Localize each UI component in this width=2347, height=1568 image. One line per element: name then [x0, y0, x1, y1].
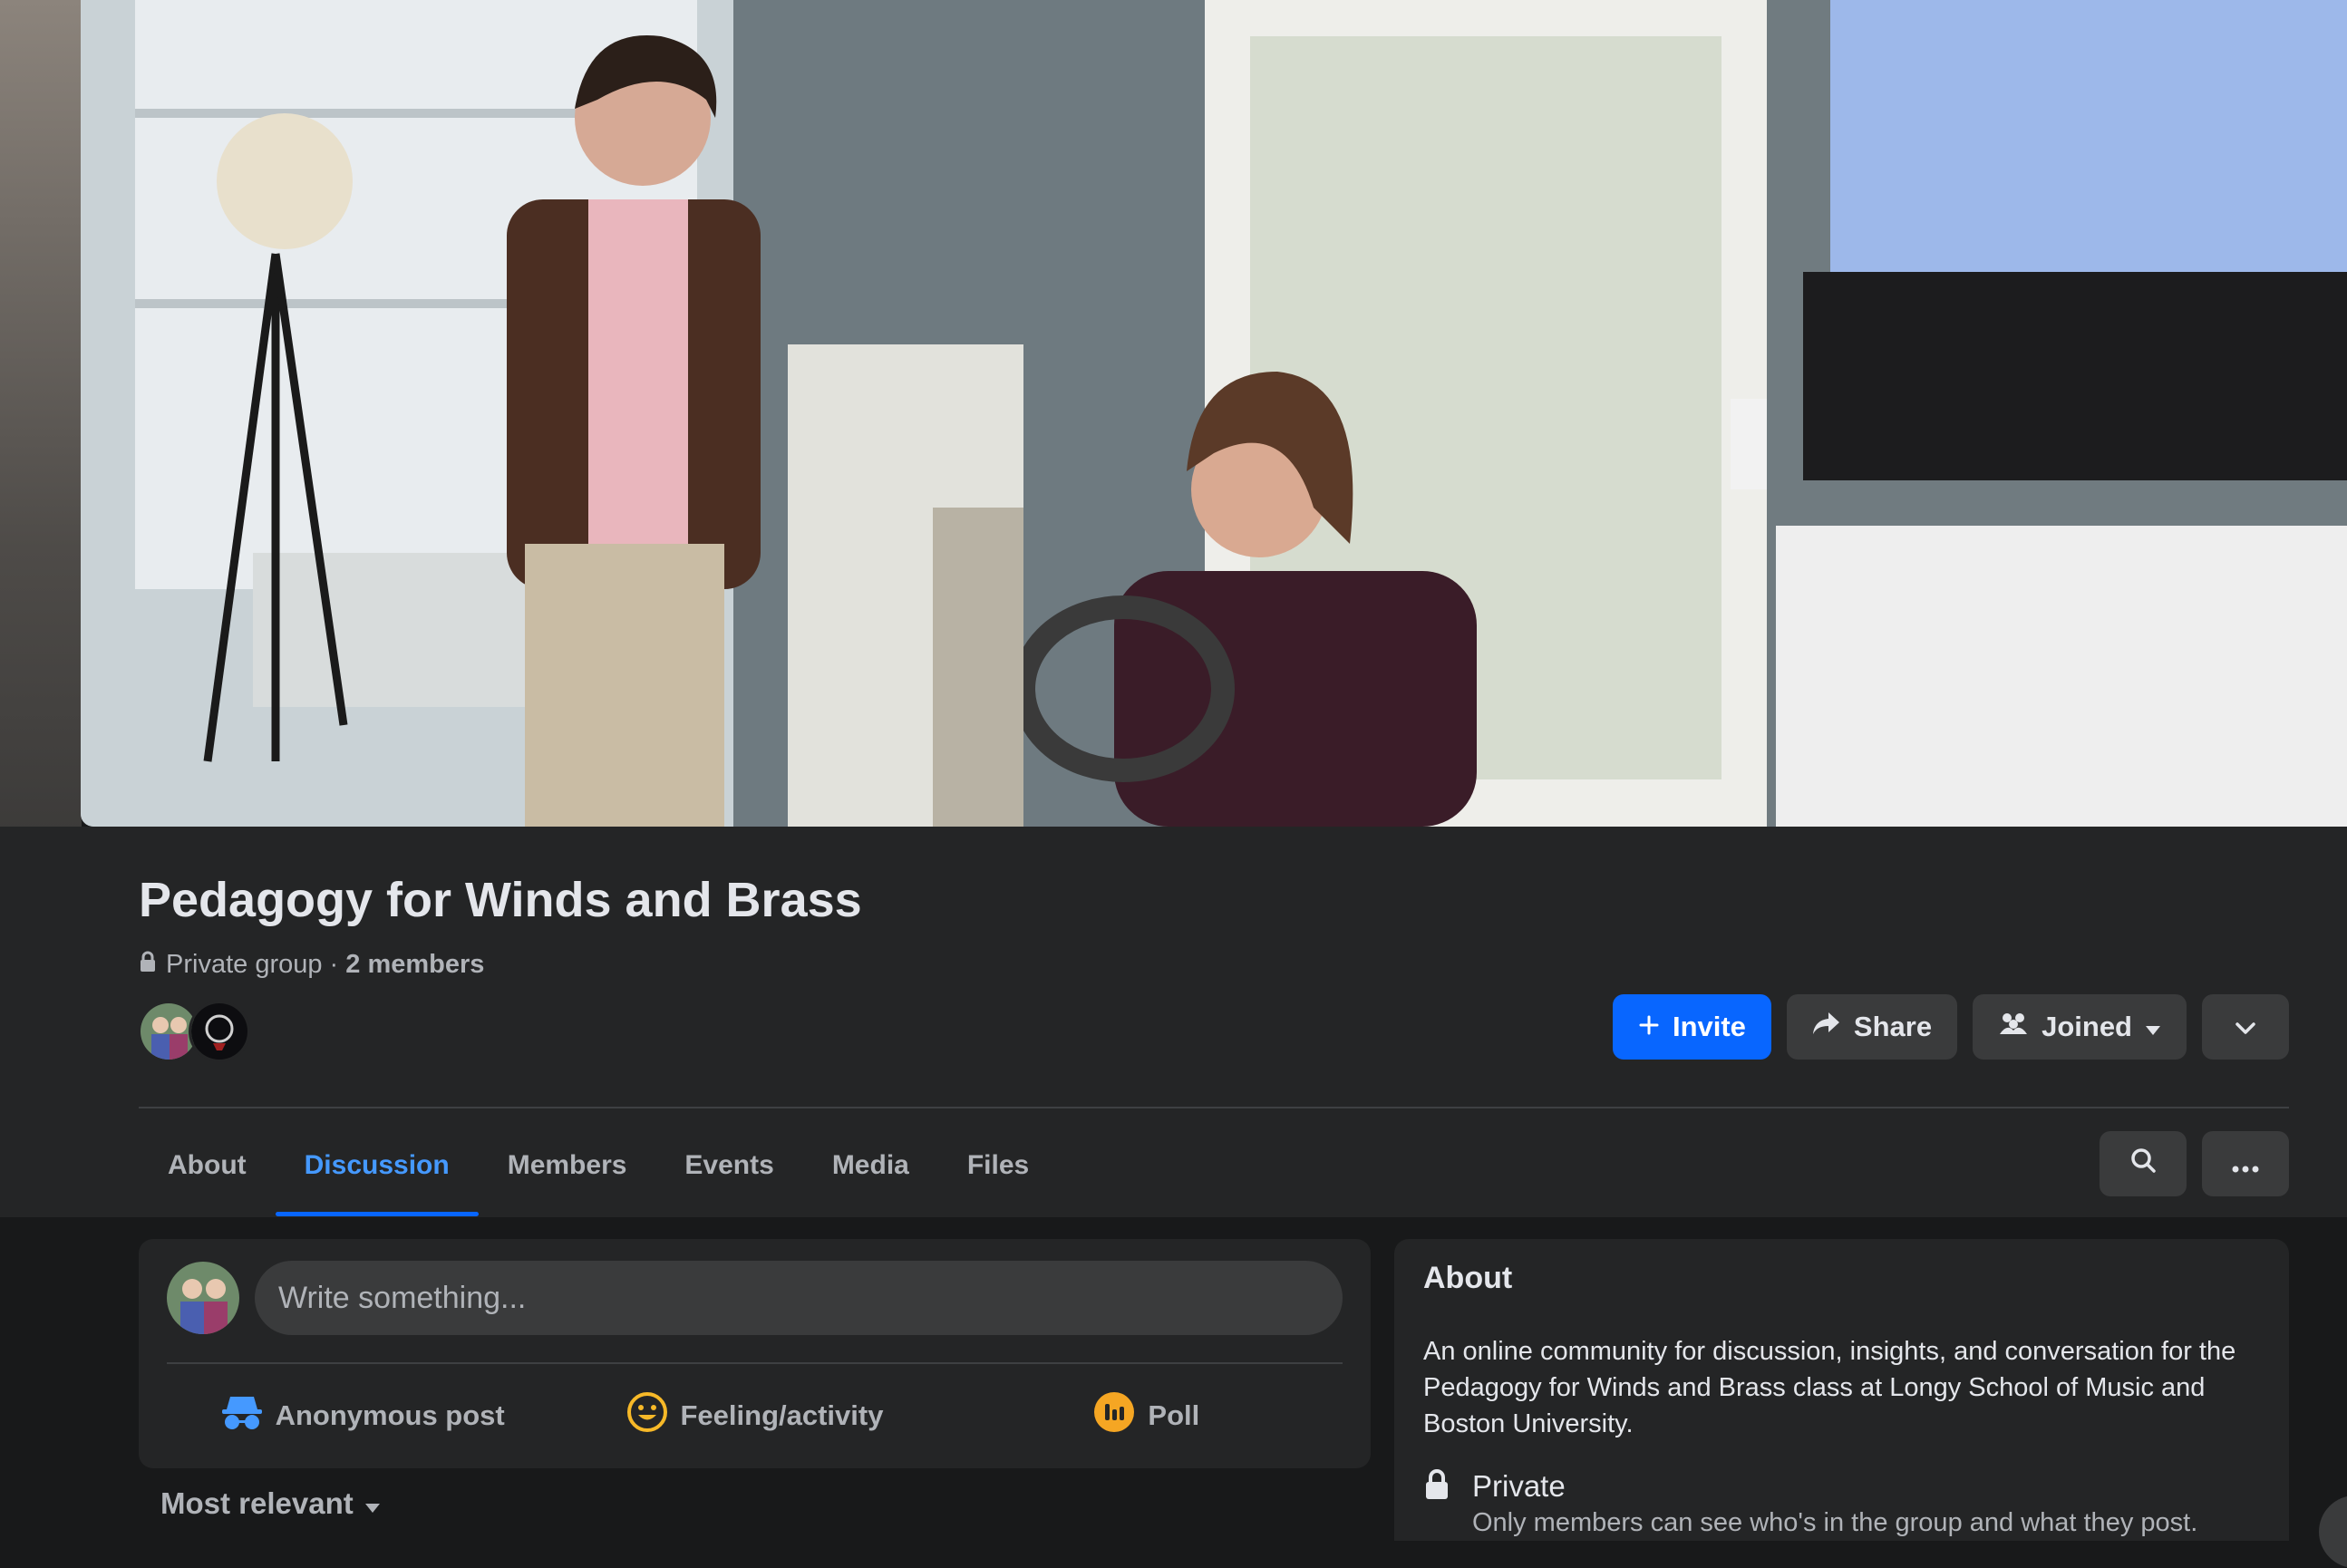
tab-files[interactable]: Files: [938, 1115, 1058, 1216]
sort-label: Most relevant: [160, 1486, 354, 1520]
smiley-icon: [626, 1391, 668, 1440]
write-something-input[interactable]: Write something...: [255, 1261, 1343, 1335]
privacy-info: Private Only members can see who's in th…: [1423, 1468, 2197, 1541]
people-icon: [1998, 1011, 2029, 1043]
composer-divider: [167, 1362, 1343, 1364]
avatar[interactable]: [189, 1001, 250, 1062]
about-card: About An online community for discussion…: [1394, 1239, 2289, 1541]
tab-discussion[interactable]: Discussion: [275, 1115, 479, 1216]
joined-button[interactable]: Joined: [1973, 994, 2187, 1060]
group-meta: Private group · 2 members: [139, 950, 484, 980]
plus-icon: [1638, 1011, 1660, 1043]
tab-members[interactable]: Members: [479, 1115, 656, 1216]
header-divider: [139, 1107, 2289, 1108]
composer-options: Anonymous post Feeling/activity Poll: [167, 1375, 1343, 1457]
joined-label: Joined: [2042, 1011, 2132, 1042]
poll-button[interactable]: Poll: [951, 1375, 1343, 1457]
search-icon: [2129, 1147, 2157, 1181]
group-tabs: About Discussion Members Events Media Fi…: [139, 1115, 1058, 1216]
search-group-button[interactable]: [2100, 1131, 2187, 1196]
tab-actions: [2100, 1131, 2289, 1196]
meta-separator: ·: [322, 950, 346, 979]
feeling-activity-button[interactable]: Feeling/activity: [558, 1375, 950, 1457]
about-description: An online community for discussion, insi…: [1423, 1337, 2236, 1438]
member-avatars[interactable]: [138, 1001, 250, 1062]
caret-down-icon: [2145, 1011, 2161, 1043]
avatar[interactable]: [167, 1262, 239, 1334]
post-composer: Write something... Anonymous post Feelin…: [139, 1239, 1371, 1468]
tab-media[interactable]: Media: [803, 1115, 938, 1216]
privacy-description: Only members can see who's in the group …: [1472, 1508, 2198, 1537]
more-header-options-button[interactable]: [2202, 994, 2289, 1060]
invite-label: Invite: [1672, 1011, 1746, 1042]
more-icon: [2232, 1147, 2259, 1180]
poll-icon: [1093, 1391, 1135, 1440]
incognito-icon: [221, 1393, 263, 1438]
group-actions: Invite Share Joined: [1612, 994, 2289, 1060]
chevron-down-icon: [2235, 1011, 2256, 1043]
share-arrow-icon: [1812, 1011, 1841, 1043]
group-member-count[interactable]: 2 members: [345, 950, 484, 980]
group-title[interactable]: Pedagogy for Winds and Brass: [139, 872, 862, 928]
floating-button[interactable]: [2319, 1495, 2347, 1568]
privacy-text: Private Only members can see who's in th…: [1472, 1468, 2197, 1541]
feeling-activity-label: Feeling/activity: [680, 1399, 884, 1431]
cover-photo[interactable]: [81, 0, 2347, 827]
lock-icon: [1423, 1468, 1450, 1541]
about-heading: About: [1423, 1261, 1513, 1295]
caret-down-icon: [364, 1486, 381, 1521]
lock-icon: [139, 950, 157, 980]
more-options-button[interactable]: [2202, 1131, 2289, 1196]
anonymous-post-label: Anonymous post: [275, 1399, 505, 1431]
feed-sort-dropdown[interactable]: Most relevant: [160, 1486, 381, 1521]
privacy-title: Private: [1472, 1469, 1566, 1503]
share-label: Share: [1853, 1011, 1933, 1042]
invite-button[interactable]: Invite: [1612, 994, 1771, 1060]
tab-events[interactable]: Events: [655, 1115, 802, 1216]
group-privacy[interactable]: Private group: [166, 950, 323, 980]
poll-label: Poll: [1148, 1399, 1200, 1431]
anonymous-post-button[interactable]: Anonymous post: [167, 1375, 558, 1457]
tab-about[interactable]: About: [139, 1115, 276, 1216]
share-button[interactable]: Share: [1786, 994, 1958, 1060]
